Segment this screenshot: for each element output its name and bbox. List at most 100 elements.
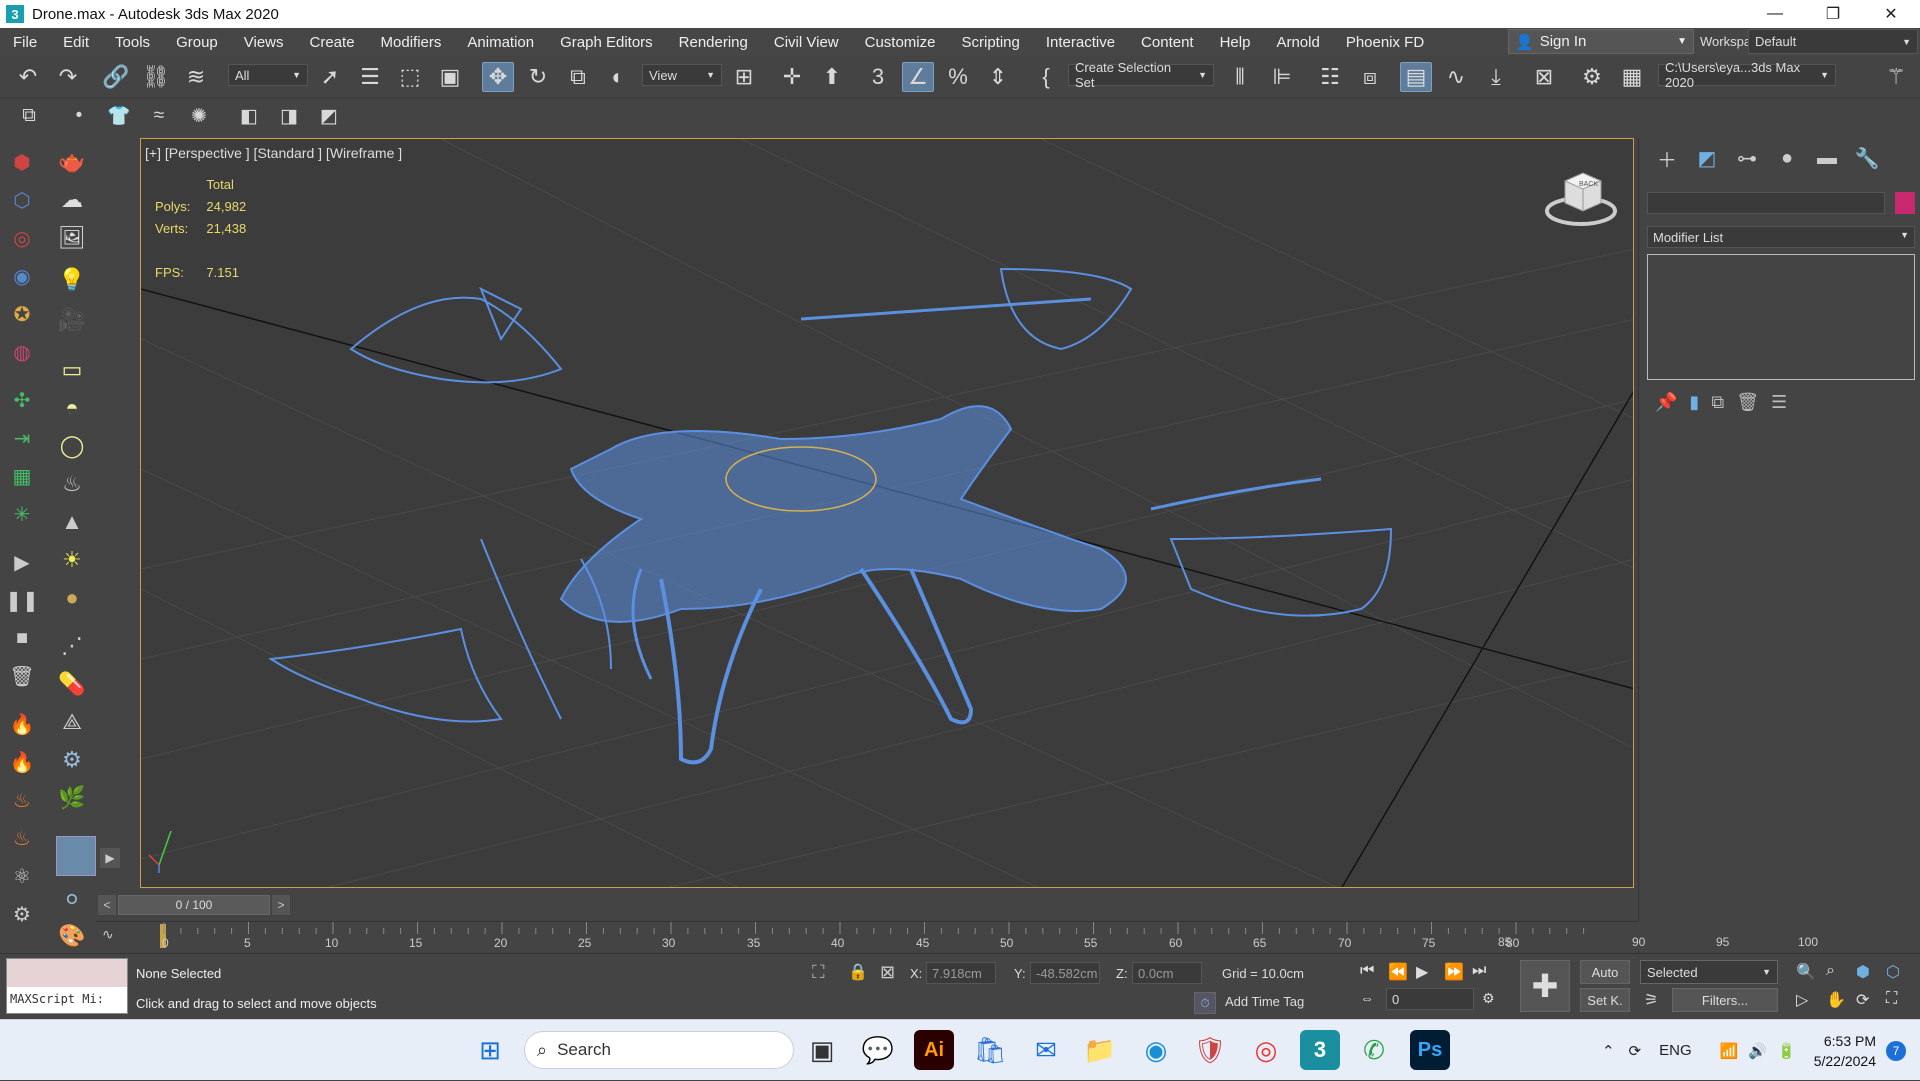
percent-snap-icon[interactable]: % — [942, 62, 974, 92]
keyframe-icon-3[interactable]: ◩ — [314, 102, 344, 130]
select-and-scale-icon[interactable]: ⧉ — [562, 62, 594, 92]
magic-wand-icon[interactable]: ⚚ — [1880, 62, 1912, 92]
lights-icon[interactable]: ◎ — [8, 224, 36, 252]
menu-views[interactable]: Views — [231, 34, 297, 51]
chrome-icon[interactable]: ◎ — [1246, 1030, 1286, 1070]
select-object-icon[interactable]: ➚ — [314, 62, 346, 92]
rendered-frame-window-icon[interactable]: ▦ — [1616, 62, 1648, 92]
zoom-icon[interactable]: 🔍 — [1796, 962, 1816, 982]
zoom-extents-icon[interactable]: ⬢ — [1856, 962, 1870, 982]
menu-customize[interactable]: Customize — [852, 34, 949, 51]
trash-icon[interactable]: 🗑 — [8, 662, 36, 690]
toggle-ribbon-icon[interactable]: ▤ — [1400, 62, 1432, 92]
go-to-end-icon[interactable]: ⏭ — [1472, 962, 1486, 980]
menu-animation[interactable]: Animation — [454, 34, 547, 51]
whatsapp-icon[interactable]: ✆ — [1354, 1030, 1394, 1070]
unlink-icon[interactable]: ⛓ — [140, 62, 172, 92]
viewport-label[interactable]: [+] [Perspective ] [Standard ] [Wirefram… — [145, 145, 402, 161]
display-tab-icon[interactable]: ▬ — [1807, 141, 1847, 175]
photoshop-icon[interactable]: Ps — [1410, 1030, 1450, 1070]
hierarchy-tab-icon[interactable]: ⊶ — [1727, 141, 1767, 175]
z-coordinate-field[interactable]: 0.0cm — [1132, 962, 1202, 984]
undo-icon[interactable]: ↶ — [12, 62, 44, 92]
make-unique-icon[interactable]: ⧉ — [1711, 392, 1724, 413]
cloud-icon[interactable]: ☁ — [56, 184, 88, 216]
app-icon-generic[interactable]: 🛡 — [1190, 1030, 1230, 1070]
proxy-icon[interactable]: ⟁ — [56, 706, 88, 738]
zoom-extents-all-icon[interactable]: ⬡ — [1886, 962, 1900, 982]
menu-interactive[interactable]: Interactive — [1033, 34, 1128, 51]
menu-modifiers[interactable]: Modifiers — [368, 34, 455, 51]
minimize-button[interactable]: — — [1746, 0, 1804, 28]
scene-explorer-icon[interactable]: ⧉ — [14, 102, 44, 130]
set-key-plus-icon[interactable]: ✚ — [1520, 960, 1570, 1012]
maximize-viewport-icon[interactable]: ⛶ — [1886, 990, 1897, 1008]
set-key-button[interactable]: Set K. — [1580, 988, 1630, 1012]
redo-icon[interactable]: ↷ — [52, 62, 84, 92]
chevron-up-icon[interactable]: ⌃ — [1602, 1042, 1615, 1060]
plane-icon[interactable]: ▭ — [56, 354, 88, 386]
time-configuration-icon[interactable]: ⚙ — [1482, 990, 1495, 1007]
systems-icon[interactable]: ✣ — [8, 386, 36, 414]
fire-source-icon[interactable]: 🔥 — [8, 748, 36, 776]
modifier-stack[interactable] — [1647, 254, 1915, 380]
pivot-center-icon[interactable]: ⊞ — [728, 62, 760, 92]
perspective-viewport[interactable]: [+] [Perspective ] [Standard ] [Wirefram… — [140, 138, 1634, 888]
3dsmax-taskbar-icon[interactable]: 3 — [1300, 1030, 1340, 1070]
isolate-selection-icon[interactable]: ⛶ — [812, 962, 825, 983]
grid-icon[interactable]: ▦ — [8, 462, 36, 490]
time-slider[interactable]: 0 / 100 — [118, 895, 270, 915]
language-indicator[interactable]: ENG — [1659, 1042, 1692, 1059]
select-and-move-icon[interactable]: ✥ — [482, 62, 514, 92]
fire-icon[interactable]: 🔥 — [8, 710, 36, 738]
window-crossing-icon[interactable]: ▣ — [434, 62, 466, 92]
curve-editor-icon[interactable]: ∿ — [1440, 62, 1472, 92]
zoom-all-icon[interactable]: ⌕ — [1826, 962, 1835, 980]
snaps-toggle-icon[interactable]: 3 — [862, 62, 894, 92]
wifi-icon[interactable]: 📶 — [1720, 1042, 1739, 1060]
menu-tools[interactable]: Tools — [102, 34, 163, 51]
orbit-icon[interactable]: ⟳ — [1856, 990, 1869, 1010]
maxscript-listener[interactable]: MAXScript Mi: — [6, 958, 128, 1014]
create-tab-icon[interactable]: ＋ — [1647, 141, 1687, 175]
previous-key-icon[interactable]: ⏪ — [1388, 962, 1408, 982]
field-of-view-icon[interactable]: ▷ — [1796, 990, 1808, 1010]
modifier-list-dropdown[interactable]: Modifier List ▼ — [1647, 226, 1915, 248]
angle-snap-icon[interactable]: ∠ — [902, 62, 934, 92]
motion-tab-icon[interactable]: ● — [1767, 141, 1807, 175]
edge-icon[interactable]: ◉ — [1136, 1030, 1176, 1070]
configure-modifier-sets-icon[interactable]: ☰ — [1771, 392, 1787, 413]
hair-icon[interactable]: ≈ — [144, 102, 174, 130]
select-and-place-icon[interactable]: ◐ — [602, 62, 634, 92]
menu-arnold[interactable]: Arnold — [1263, 34, 1332, 51]
mini-curve-editor-icon[interactable]: ∿ — [102, 926, 114, 943]
menu-file[interactable]: File — [0, 34, 50, 51]
y-coordinate-field[interactable]: -48.582cm — [1030, 962, 1100, 984]
named-selection-set-dropdown[interactable]: Create Selection Set ▼ — [1068, 60, 1214, 90]
arrow-right-icon[interactable]: ⇥ — [8, 424, 36, 452]
plant-icon[interactable]: 🌿 — [56, 782, 88, 814]
menu-help[interactable]: Help — [1207, 34, 1264, 51]
illustrator-icon[interactable]: Ai — [914, 1030, 954, 1070]
key-filters-button[interactable]: Filters... — [1672, 988, 1778, 1012]
absolute-mode-icon[interactable]: ⊠ — [880, 962, 895, 983]
light-bulb-icon[interactable]: 💡 — [56, 264, 88, 296]
menu-rendering[interactable]: Rendering — [666, 34, 761, 51]
gear-icon[interactable]: ⚙ — [56, 744, 88, 776]
toggle-layer-explorer-icon[interactable]: ⧈ — [1354, 62, 1386, 92]
file-explorer-icon[interactable]: 📁 — [1080, 1030, 1120, 1070]
sync-icon[interactable]: ⟳ — [1629, 1042, 1642, 1060]
sun-icon[interactable]: ☀ — [56, 544, 88, 576]
menu-scripting[interactable]: Scripting — [948, 34, 1032, 51]
select-manipulate-icon[interactable]: ✛ — [776, 62, 808, 92]
track-bar[interactable]: ∿ 0 5 10 15 20 25 30 35 40 45 50 55 60 6… — [96, 921, 1638, 951]
teams-chat-icon[interactable]: 💬 — [858, 1030, 898, 1070]
modify-tab-icon[interactable]: ◩ — [1687, 141, 1727, 175]
material-preview-icon[interactable] — [56, 836, 96, 876]
utilities-tab-icon[interactable]: 🔧 — [1847, 141, 1887, 175]
object-color-swatch[interactable] — [1895, 192, 1915, 214]
sphere-material-icon[interactable]: ⚪ — [56, 884, 88, 916]
selection-filter-dropdown[interactable]: All ▼ — [228, 64, 308, 86]
keyboard-shortcut-override-icon[interactable]: ⬆ — [816, 62, 848, 92]
select-by-name-icon[interactable]: ☰ — [354, 62, 386, 92]
